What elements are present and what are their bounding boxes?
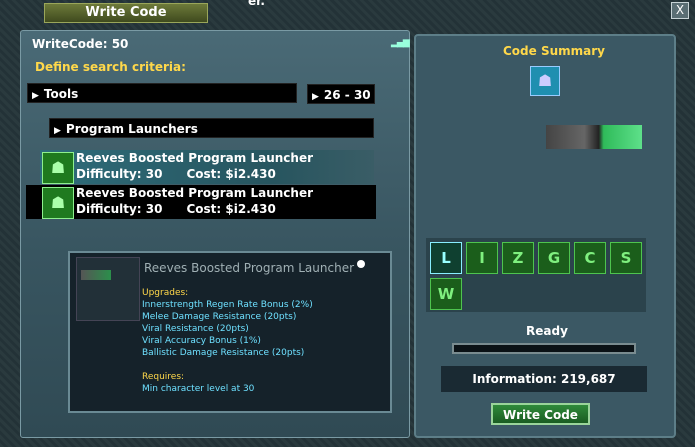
window-title: Write Code (44, 3, 208, 23)
progress-bar (452, 343, 636, 354)
list-item-selected[interactable]: ☗ Reeves Boosted Program Launcher Diffic… (26, 185, 376, 219)
ready-label: Ready (526, 324, 568, 338)
criteria-label: Define search criteria: (35, 60, 186, 74)
mask-icon: ☗ (42, 187, 74, 219)
signal-icon: ▂▄▆ (391, 38, 410, 48)
triangle-icon: ▶ (32, 91, 39, 101)
list-item[interactable]: ☗ Reeves Boosted Program Launcher Diffic… (40, 150, 374, 184)
writecode-level: WriteCode: 50 (32, 37, 129, 51)
tooltip-title: Reeves Boosted Program Launcher (144, 261, 355, 275)
slot-Z[interactable]: Z (502, 242, 534, 274)
summary-title: Code Summary (503, 44, 605, 58)
tooltip-body: Upgrades: Innerstrength Regen Rate Bonus… (142, 287, 313, 395)
upgrade-line: Ballistic Damage Resistance (20pts) (142, 348, 305, 358)
title-extra-text: er. (248, 0, 265, 8)
slot-C[interactable]: C (574, 242, 606, 274)
item-tooltip: Reeves Boosted Program Launcher Upgrades… (68, 251, 392, 413)
triangle-icon: ▶ (312, 92, 319, 102)
slot-W[interactable]: W (430, 278, 462, 310)
code-preview-bar (546, 125, 642, 149)
mask-icon: ☗ (42, 152, 74, 184)
triangle-icon: ▶ (54, 126, 61, 136)
item-stats: Difficulty: 30 Cost: $i2.430 (76, 202, 300, 216)
item-cost: Cost: $i2.430 (186, 167, 276, 181)
category-dropdown[interactable]: ▶ Tools (27, 83, 297, 103)
mask-icon: ☗ (530, 66, 560, 96)
code-slots: L I Z G C S W (426, 238, 646, 312)
item-stats: Difficulty: 30 Cost: $i2.430 (76, 167, 300, 181)
slot-G[interactable]: G (538, 242, 570, 274)
slot-I[interactable]: I (466, 242, 498, 274)
close-button[interactable]: X (671, 2, 689, 19)
slot-S[interactable]: S (610, 242, 642, 274)
requires-heading: Requires: (142, 372, 185, 382)
upgrades-heading: Upgrades: (142, 288, 189, 298)
write-code-button[interactable]: Write Code (491, 403, 590, 425)
item-name: Reeves Boosted Program Launcher (76, 151, 314, 165)
range-dropdown[interactable]: ▶ 26 - 30 (307, 84, 375, 104)
upgrade-line: Viral Accuracy Bonus (1%) (142, 336, 261, 346)
item-thumbnail (76, 257, 140, 321)
slot-L[interactable]: L (430, 242, 462, 274)
range-label: 26 - 30 (323, 88, 371, 102)
status-dot-icon (357, 260, 365, 268)
item-name: Reeves Boosted Program Launcher (76, 186, 314, 200)
subcategory-dropdown[interactable]: ▶ Program Launchers (49, 118, 374, 138)
category-label: Tools (43, 87, 79, 101)
item-difficulty: Difficulty: 30 (76, 202, 163, 216)
item-difficulty: Difficulty: 30 (76, 167, 163, 181)
requires-line: Min character level at 30 (142, 384, 255, 394)
upgrade-line: Viral Resistance (20pts) (142, 324, 249, 334)
upgrade-line: Innerstrength Regen Rate Bonus (2%) (142, 300, 313, 310)
information-text: Information: 219,687 (441, 366, 647, 392)
upgrade-line: Melee Damage Resistance (20pts) (142, 312, 297, 322)
item-cost: Cost: $i2.430 (186, 202, 276, 216)
subcategory-label: Program Launchers (65, 122, 198, 136)
